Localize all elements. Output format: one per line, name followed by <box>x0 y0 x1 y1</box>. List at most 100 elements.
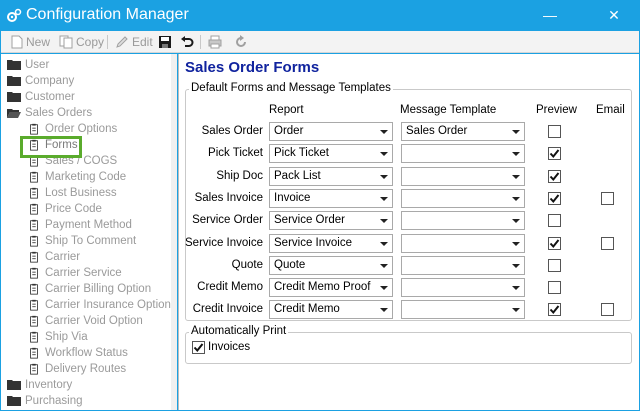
document-icon <box>30 315 38 327</box>
tree-item[interactable]: Ship To Comment <box>27 233 136 249</box>
tree-item-label: Company <box>25 75 75 87</box>
preview-checkbox[interactable] <box>548 281 561 295</box>
tree-item[interactable]: Ship Via <box>27 329 88 345</box>
checkmark-icon <box>549 149 560 159</box>
tree-item[interactable]: Price Code <box>27 201 102 217</box>
preview-checkbox[interactable] <box>548 214 561 228</box>
message-template-select[interactable] <box>401 278 525 298</box>
tree-item[interactable]: Delivery Routes <box>27 361 126 377</box>
title-bar[interactable]: Configuration Manager — ✕ <box>0 0 640 31</box>
report-select[interactable]: Order <box>269 122 393 141</box>
report-select[interactable]: Service Invoice <box>269 233 393 253</box>
tree-item-label: Delivery Routes <box>45 363 127 375</box>
report-select[interactable]: Quote <box>269 255 393 275</box>
tree-item[interactable]: Purchasing <box>7 393 83 409</box>
default-forms-group-label: Default Forms and Message Templates <box>189 82 393 94</box>
checkmark-icon <box>549 194 560 203</box>
refresh-button[interactable] <box>234 34 251 50</box>
edit-button[interactable]: Edit <box>115 34 153 50</box>
message-template-select[interactable] <box>401 188 525 208</box>
chevron-down-icon <box>380 130 388 134</box>
auto-print-invoices-checkbox[interactable] <box>192 341 205 354</box>
tree-item[interactable]: Sales Orders <box>7 105 92 121</box>
save-button[interactable] <box>158 34 175 50</box>
message-template-select[interactable] <box>401 233 525 253</box>
toolbar-separator <box>200 35 201 49</box>
preview-checkbox[interactable] <box>548 236 561 250</box>
minimize-button[interactable]: — <box>536 4 564 26</box>
message-template-select[interactable]: Sales Order <box>401 122 525 141</box>
chevron-down-icon <box>380 308 388 313</box>
auto-print-invoices-label: Invoices <box>208 341 251 353</box>
preview-checkbox[interactable] <box>548 258 561 272</box>
checkmark-icon <box>549 305 560 315</box>
tree-item[interactable]: Order Options <box>27 121 117 137</box>
tree-item-label: Ship Via <box>45 331 88 343</box>
report-select[interactable]: Invoice <box>269 188 393 208</box>
message-template-select[interactable] <box>401 144 525 164</box>
tree-item[interactable]: Carrier Insurance Option <box>27 297 171 313</box>
chevron-down-icon <box>512 241 520 246</box>
chevron-down-icon <box>380 286 388 291</box>
tree-item[interactable]: Company <box>7 73 74 89</box>
tree-item-label: Carrier Billing Option <box>45 283 152 295</box>
report-select[interactable]: Pack List <box>269 166 393 186</box>
undo-button[interactable] <box>180 34 197 50</box>
tree-item[interactable]: Inventory <box>7 377 72 393</box>
report-select-value: Pack List <box>274 169 321 182</box>
app-window: Configuration Manager — ✕ New Copy Edit <box>0 0 640 411</box>
message-template-select[interactable] <box>401 300 525 320</box>
close-button[interactable]: ✕ <box>600 4 628 26</box>
preview-checkbox[interactable] <box>548 147 561 161</box>
tree-item-label: Carrier Service <box>45 267 122 279</box>
save-icon <box>159 36 171 48</box>
report-select[interactable]: Pick Ticket <box>269 144 393 164</box>
preview-checkbox[interactable] <box>548 303 561 317</box>
new-label: New <box>26 35 51 49</box>
folder-icon <box>7 60 21 70</box>
preview-checkbox[interactable] <box>548 191 561 205</box>
tree-scrollbar[interactable] <box>170 54 178 410</box>
column-header-preview: Preview <box>536 104 577 116</box>
preview-checkbox[interactable] <box>548 169 561 183</box>
message-template-select[interactable] <box>401 166 525 186</box>
report-select[interactable]: Credit Memo Proof <box>269 278 393 298</box>
report-select[interactable]: Credit Memo <box>269 300 393 320</box>
email-checkbox[interactable] <box>601 236 614 250</box>
tree-item[interactable]: Payment Method <box>27 217 132 233</box>
tree-item[interactable]: Customer <box>7 89 75 105</box>
document-icon <box>30 267 38 279</box>
tree-item[interactable]: User <box>7 57 49 73</box>
chevron-down-icon <box>512 152 520 157</box>
gears-icon <box>7 8 22 22</box>
copy-button[interactable]: Copy <box>59 34 104 50</box>
preview-checkbox[interactable] <box>548 125 561 138</box>
new-button[interactable]: New <box>11 34 50 50</box>
tree-item-label: Ship To Comment <box>45 235 137 247</box>
email-checkbox[interactable] <box>601 303 614 317</box>
message-template-select[interactable] <box>401 211 525 231</box>
form-row-label: Ship Doc <box>216 169 263 182</box>
message-template-value: Sales Order <box>406 125 468 137</box>
tree-item-label: Carrier Insurance Option <box>45 299 171 311</box>
document-icon <box>30 187 38 199</box>
email-checkbox[interactable] <box>601 191 614 205</box>
tree-item[interactable]: Marketing Code <box>27 169 126 185</box>
page-title: Sales Order Forms <box>185 59 320 76</box>
tree-item[interactable]: Workflow Status <box>27 345 128 361</box>
tree-item[interactable]: Carrier Void Option <box>27 313 143 329</box>
tree-item[interactable]: Lost Business <box>27 185 117 201</box>
document-icon <box>30 251 38 263</box>
tree-item[interactable]: Carrier Service <box>27 265 122 281</box>
report-select[interactable]: Service Order <box>269 211 393 231</box>
message-template-select[interactable] <box>401 255 525 275</box>
open-folder-icon <box>7 109 21 118</box>
document-icon <box>30 219 38 231</box>
tree-item[interactable]: Carrier <box>27 249 80 265</box>
form-row-label: Service Order <box>192 214 263 227</box>
print-button[interactable] <box>208 34 225 50</box>
tree-item[interactable]: Carrier Billing Option <box>27 281 151 297</box>
form-row-label: Credit Memo <box>197 281 263 294</box>
chevron-down-icon <box>380 196 388 201</box>
form-row-label: Sales Order <box>201 125 263 137</box>
